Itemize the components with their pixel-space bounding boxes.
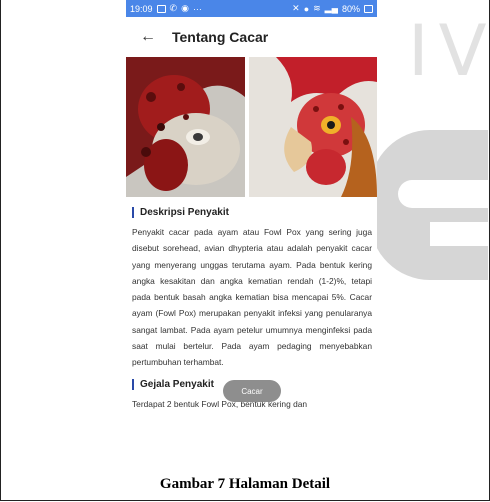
page-title: Tentang Cacar (172, 29, 269, 45)
accent-bar (132, 207, 134, 218)
clock: 19:09 (130, 3, 153, 14)
chicken-photo (126, 57, 377, 197)
wifi-icon: ≋ (313, 3, 321, 13)
phone-icon: ✆ (169, 3, 178, 13)
location-icon: ● (303, 3, 310, 14)
gallery-icon (156, 4, 166, 13)
more-icon: ··· (192, 3, 202, 14)
arrow-left-icon[interactable]: ← (140, 28, 166, 46)
chat-icon: ◉ (181, 3, 189, 13)
status-bar: 19:09 ✆ ◉ ··· ✕ ● ≋ ▂▄ 80% (126, 0, 377, 17)
phone-screen: 19:09 ✆ ◉ ··· ✕ ● ≋ ▂▄ 80% ← Tentang Cac… (126, 0, 377, 452)
accent-bar (132, 378, 134, 390)
figure-caption: Gambar 7 Halaman Detail (159, 476, 331, 492)
section-body-deskripsi: Penyakit cacar pada ayam atau Fowl Pox y… (132, 227, 372, 368)
battery-percent: 80% (341, 3, 360, 14)
section-title-deskripsi: Deskripsi Penyakit (132, 207, 372, 218)
watermark-e-shape (370, 130, 488, 280)
toast-message: Cacar (223, 380, 281, 402)
section-title-label: Deskripsi Penyakit (140, 207, 229, 218)
section-title-label: Gejala Penyakit (140, 378, 214, 390)
watermark-letters: IV (408, 10, 490, 92)
signal-icon: ▂▄ (324, 3, 338, 13)
app-bar: ← Tentang Cacar (126, 17, 377, 57)
battery-icon (364, 4, 373, 13)
mute-icon: ✕ (292, 3, 300, 13)
hero-image (126, 57, 377, 197)
